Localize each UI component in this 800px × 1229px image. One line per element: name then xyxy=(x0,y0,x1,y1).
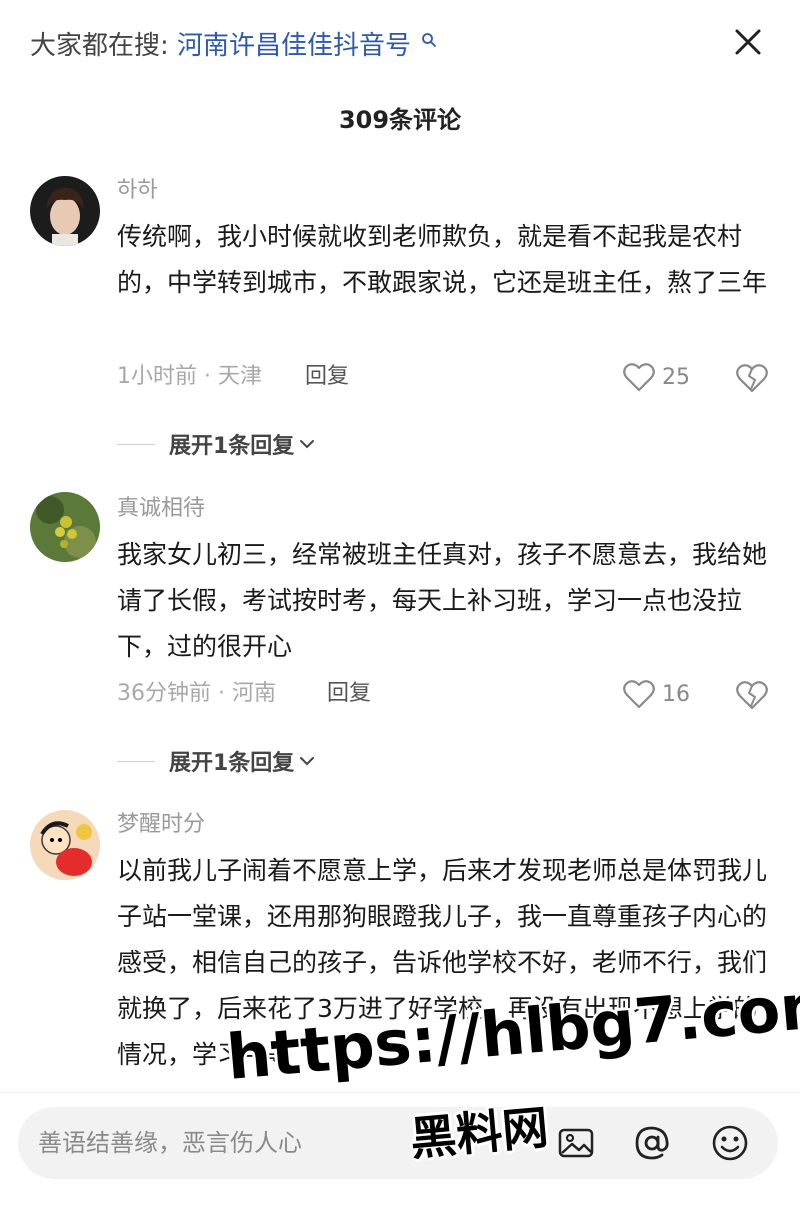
expand-replies-label: 展开1条回复 xyxy=(169,434,295,459)
comment-count-title: 309条评论 xyxy=(338,106,462,134)
heart-icon xyxy=(623,680,655,709)
chevron-down-icon xyxy=(300,440,315,449)
close-icon[interactable] xyxy=(728,22,768,62)
expand-replies-button[interactable]: 展开1条回复 xyxy=(117,428,316,460)
expand-replies-button[interactable]: 展开1条回复 xyxy=(117,745,316,777)
search-suggestion-keyword[interactable]: 河南许昌佳佳抖音号 xyxy=(177,31,411,61)
comment-meta: 36分钟前 · 河南 xyxy=(117,681,276,706)
avatar[interactable] xyxy=(30,176,100,246)
reply-button[interactable]: 回复 xyxy=(327,678,371,710)
heart-icon xyxy=(623,363,655,392)
comment-input-box[interactable] xyxy=(18,1107,778,1179)
search-suggestion[interactable]: 大家都在搜: 河南许昌佳佳抖音号 xyxy=(30,28,437,64)
like-button[interactable]: 25 xyxy=(622,359,690,395)
divider xyxy=(117,760,155,762)
divider xyxy=(117,443,155,445)
comment-text: 我家女儿初三，经常被班主任真对，孩子不愿意去，我给她请了长假，考试按时考，每天上… xyxy=(117,540,768,661)
image-icon[interactable] xyxy=(556,1123,596,1163)
comment-input[interactable] xyxy=(38,1119,538,1167)
search-suggestion-prefix: 大家都在搜: xyxy=(30,31,169,61)
comment-text: 以前我儿子闹着不愿意上学，后来才发现老师总是体罚我儿子站一堂课，还用那狗眼蹬我儿… xyxy=(117,856,768,1069)
like-button[interactable]: 16 xyxy=(622,676,690,712)
comment-username[interactable]: 하하 xyxy=(117,176,157,206)
avatar[interactable] xyxy=(30,492,100,562)
like-count: 16 xyxy=(662,681,690,707)
at-icon[interactable] xyxy=(632,1123,672,1163)
avatar[interactable] xyxy=(30,810,100,880)
comment-username[interactable]: 真诚相待 xyxy=(117,494,205,524)
reply-button[interactable]: 回复 xyxy=(305,361,349,393)
chevron-down-icon xyxy=(300,757,315,766)
broken-heart-icon[interactable] xyxy=(735,678,769,712)
comment-meta: 1小时前 · 天津 xyxy=(117,364,262,389)
comment-input-bar xyxy=(0,1092,800,1229)
comment-username[interactable]: 梦醒时分 xyxy=(117,810,205,840)
emoji-icon[interactable] xyxy=(710,1123,750,1163)
broken-heart-icon[interactable] xyxy=(735,361,769,395)
expand-replies-label: 展开1条回复 xyxy=(169,751,295,776)
like-count: 25 xyxy=(662,364,690,390)
comment-text: 传统啊，我小时候就收到老师欺负，就是看不起我是农村的，中学转到城市，不敢跟家说，… xyxy=(117,222,768,297)
top-bar: 大家都在搜: 河南许昌佳佳抖音号 xyxy=(0,0,800,90)
search-icon xyxy=(422,33,437,47)
